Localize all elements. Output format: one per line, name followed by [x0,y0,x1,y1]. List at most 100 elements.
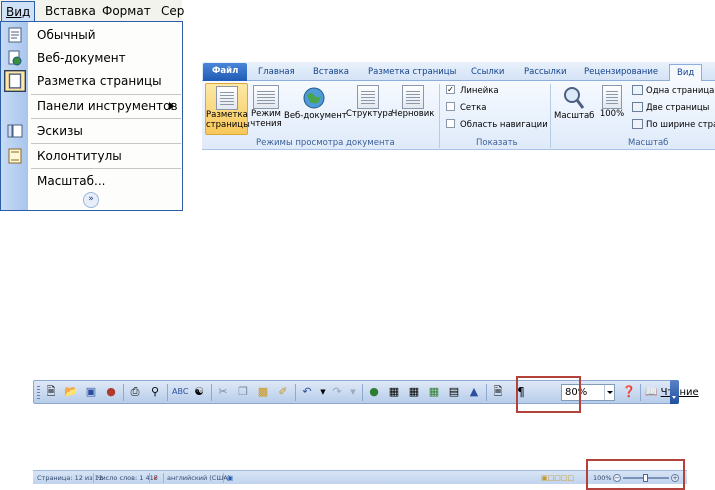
tab-home[interactable]: Главная [251,64,302,81]
zoom-button[interactable]: Масштаб [554,83,594,135]
group-label-show: Показать [476,138,518,148]
one-page-icon [632,84,643,95]
read-button-label: Чтение [660,387,699,398]
ruler-checkbox[interactable]: ✓ Линейка [446,83,499,99]
toolbar-separator [167,384,168,401]
one-page-button[interactable]: Одна страница [632,83,714,99]
ribbon: Файл Главная Вставка Разметка страницы С… [202,62,715,150]
menu-format[interactable]: Формат [97,1,156,21]
insert-excel-icon[interactable]: ▦ [427,385,441,399]
checkbox-label: Область навигации [460,120,548,130]
redo-icon[interactable]: ↷ [330,385,344,399]
open-folder-icon[interactable]: 📂 [64,385,78,399]
permission-icon[interactable]: ● [104,385,118,399]
paste-icon[interactable]: ▩ [256,385,270,399]
button-label: Структура [346,109,394,119]
redo-dropdown-icon[interactable]: ▼ [346,385,360,399]
print-icon[interactable]: ⎙ [128,385,142,399]
button-label: чтения [250,119,282,129]
menu-item-page-layout[interactable]: Разметка страницы [1,70,182,92]
hyperlink-icon[interactable]: ● [367,385,381,399]
draft-button[interactable]: Черновик [391,83,435,135]
two-pages-icon [632,101,643,112]
menu-item-zoom[interactable]: Масштаб... [1,170,182,192]
help-icon[interactable]: ❓ [622,385,636,399]
standard-toolbar: 🗎 📂 ▣ ● ⎙ ⚲ ABC ☯ ✂ ❐ ▩ ✐ ↶ ▼ ↷ ▼ ● ▦ ▦ … [33,380,699,404]
page-layout-icon [215,86,238,110]
undo-dropdown-icon[interactable]: ▼ [316,385,330,399]
zoom-100-button[interactable]: 100% [596,83,628,135]
document-map-icon[interactable]: 🗎 [491,385,505,399]
draft-icon [402,85,424,109]
toolbar-separator [211,384,212,401]
page-width-button[interactable]: По ширине стра [632,117,715,133]
menu-item-thumbnails[interactable]: Эскизы [1,120,182,142]
two-pages-button[interactable]: Две страницы [632,100,709,116]
toolbar-options-icon[interactable] [670,380,679,404]
tab-file[interactable]: Файл [203,63,248,81]
highlight-box-zoom-combo [516,376,581,413]
tab-mailings[interactable]: Рассылки [517,64,573,81]
copy-icon[interactable]: ❐ [236,385,250,399]
research-icon[interactable]: ☯ [192,385,206,399]
double-chevron-down-icon[interactable]: » [83,192,99,208]
spelling-icon[interactable]: ABC [172,385,188,399]
tab-view[interactable]: Вид [669,64,703,82]
menu-insert[interactable]: Вставка [40,1,101,21]
drawing-icon[interactable]: ▲ [467,385,481,399]
status-separator [163,473,164,483]
status-language[interactable]: английский (США) [167,471,230,485]
toolbar-grip[interactable] [37,386,40,400]
view-buttons-icon[interactable]: ▣□□□□ [541,471,574,485]
menu-view[interactable]: Вид [1,1,36,22]
checkbox-icon [446,119,455,128]
checkbox-checked-icon: ✓ [446,85,455,94]
submenu-arrow-icon [169,102,174,110]
checkbox-label: Линейка [460,86,499,96]
book-icon: 📖 [645,387,658,398]
undo-icon[interactable]: ↶ [300,385,314,399]
new-document-icon[interactable]: 🗎 [44,385,58,399]
reading-mode-button[interactable]: Режим чтения [249,83,283,135]
menu-item-toolbars[interactable]: Панели инструментов [1,95,182,117]
group-label-views: Режимы просмотра документа [256,138,395,148]
menu-item-normal[interactable]: Обычный [1,24,182,46]
menu-item-label: Масштаб... [37,174,106,188]
grid-checkbox[interactable]: Сетка [446,100,486,116]
normal-view-icon [8,27,22,43]
header-footer-icon [8,148,22,164]
format-painter-icon[interactable]: ✐ [276,385,290,399]
tables-borders-icon[interactable]: ▦ [387,385,401,399]
save-icon[interactable]: ▣ [84,385,98,399]
hundred-percent-icon [602,85,622,109]
tab-insert[interactable]: Вставка [306,64,356,81]
view-menu-dropdown: Обычный Веб-документ Разметка страницы П… [0,21,183,211]
menu-bar: Вид Вставка Формат Сер [0,0,184,22]
navigation-pane-checkbox[interactable]: Область навигации [446,117,548,133]
print-preview-icon[interactable]: ⚲ [148,385,162,399]
button-label: По ширине стра [646,120,715,130]
columns-icon[interactable]: ▤ [447,385,461,399]
page-layout-view-button[interactable]: Разметка страницы [205,83,250,135]
cut-icon[interactable]: ✂ [216,385,230,399]
tab-review[interactable]: Рецензирование [577,64,665,81]
macro-record-icon[interactable]: ▣ [227,471,233,485]
chevron-down-icon[interactable] [604,385,614,400]
menu-item-web-document[interactable]: Веб-документ [1,47,182,69]
toolbar-separator [640,384,641,401]
toolbar-separator [295,384,296,401]
web-document-button[interactable]: Веб-документ [284,83,347,135]
menu-item-header-footer[interactable]: Колонтитулы [1,145,182,167]
tab-references[interactable]: Ссылки [464,64,511,81]
outline-button[interactable]: Структура [346,83,394,135]
proofing-icon[interactable]: ✔ [153,471,158,485]
tab-page-layout[interactable]: Разметка страницы [361,64,463,81]
button-label: Две страницы [646,103,710,113]
ribbon-tab-strip: Файл Главная Вставка Разметка страницы С… [202,62,715,82]
insert-table-icon[interactable]: ▦ [407,385,421,399]
checkbox-label: Сетка [460,103,487,113]
group-label-zoom: Масштаб [628,138,669,148]
reading-mode-icon [253,85,279,109]
menu-service[interactable]: Сер [156,1,189,21]
ribbon-view-panel: Разметка страницы Режим чтения Веб-докум… [202,81,715,150]
